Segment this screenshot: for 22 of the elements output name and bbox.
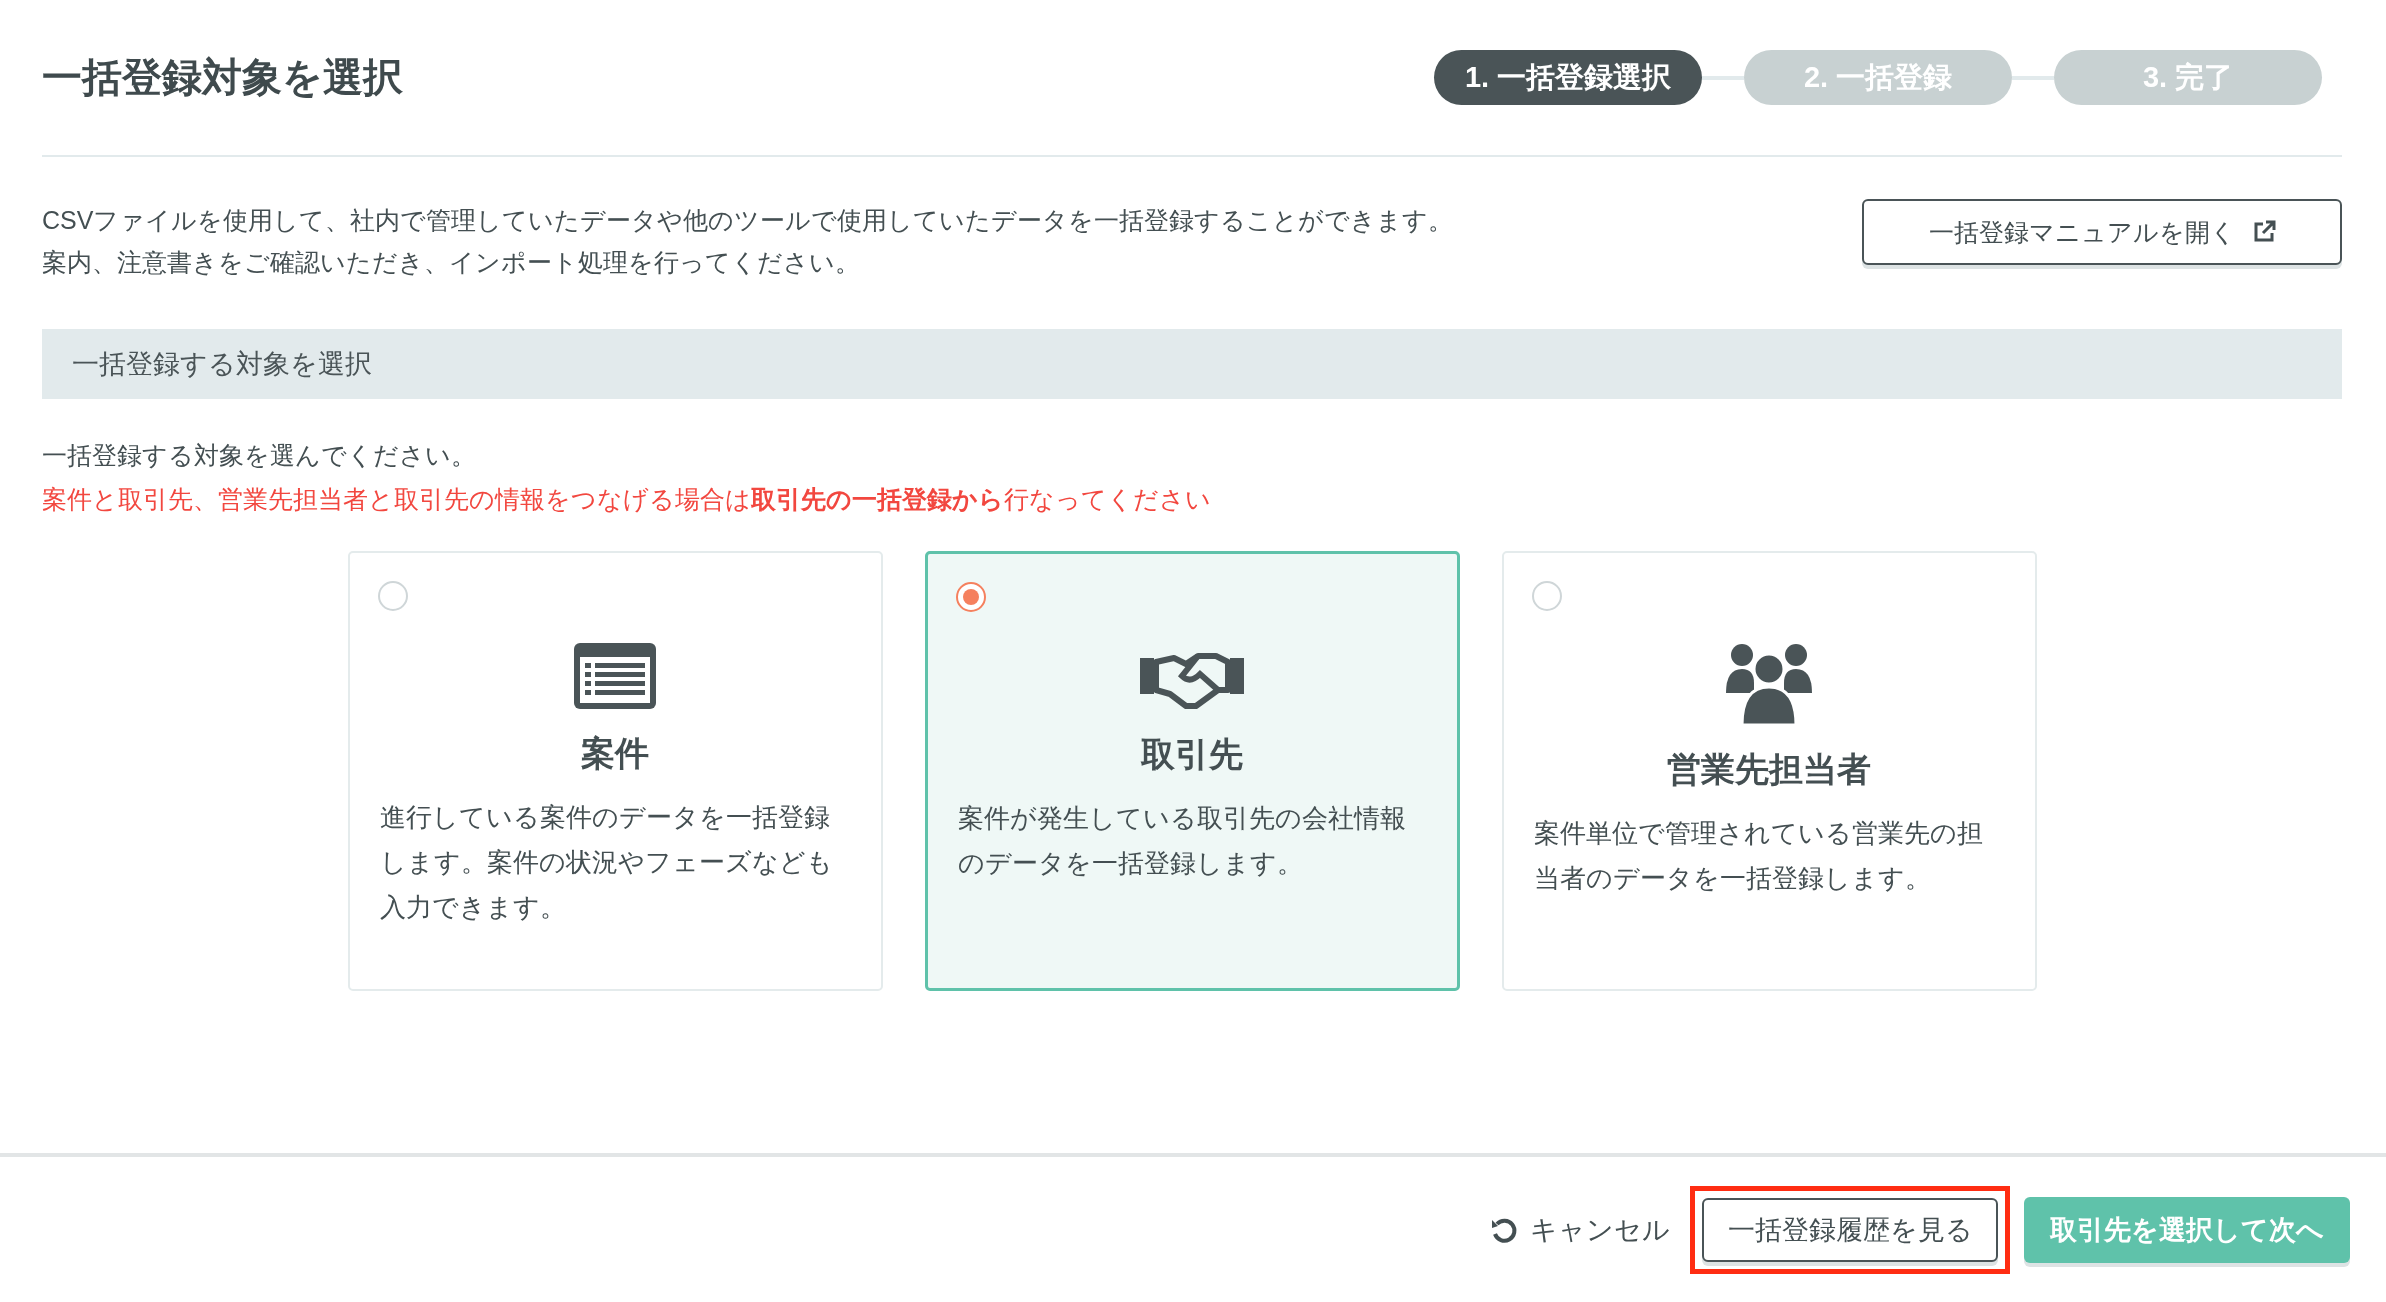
option-description: 進行している案件のデータを一括登録します。案件の状況やフェーズなども入力できます。: [379, 801, 834, 924]
list-icon: [574, 643, 656, 709]
option-title: 取引先: [1141, 734, 1243, 775]
instruction-text: 一括登録する対象を選んでください。: [42, 440, 477, 471]
page-title: 一括登録対象を選択: [42, 54, 403, 101]
radio-button[interactable]: [377, 581, 408, 611]
intro-text: CSVファイルを使用して、社内で管理していたデータや他のツールで使用していたデータを一括登録することができます。: [42, 205, 1454, 236]
intro-text: 案内、注意書きをご確認いただき、インポート処理を行ってください。: [42, 247, 861, 278]
people-icon: [1724, 643, 1814, 725]
option-title: 案件: [581, 733, 649, 774]
option-description: 案件単位で管理されている営業先の担当者のデータを一括登録します。: [1533, 817, 1984, 895]
option-description: 案件が発生している取引先の会社情報のデータを一括登録します。: [957, 802, 1407, 880]
cancel-button[interactable]: キャンセル: [1484, 1210, 1676, 1249]
option-card[interactable]: 案件 進行している案件のデータを一括登録します。案件の状況やフェーズなども入力できます。: [347, 551, 883, 991]
option-card[interactable]: 営業先担当者 案件単位で管理されている営業先の担当者のデータを一括登録します。: [1501, 551, 2037, 991]
warning-text: 案件と取引先、営業先担当者と取引先の情報をつなげる場合は取引先の一括登録から行なってください: [42, 484, 1212, 515]
option-title: 営業先担当者: [1667, 749, 1871, 790]
radio-button[interactable]: [955, 582, 986, 612]
option-card[interactable]: 取引先 案件が発生している取引先の会社情報のデータを一括登録します。: [924, 551, 1460, 991]
section-header: 一括登録する対象を選択: [42, 329, 2342, 399]
step-indicator: 1. 一括登録選択: [1434, 50, 1702, 105]
radio-button[interactable]: [1531, 581, 1562, 611]
